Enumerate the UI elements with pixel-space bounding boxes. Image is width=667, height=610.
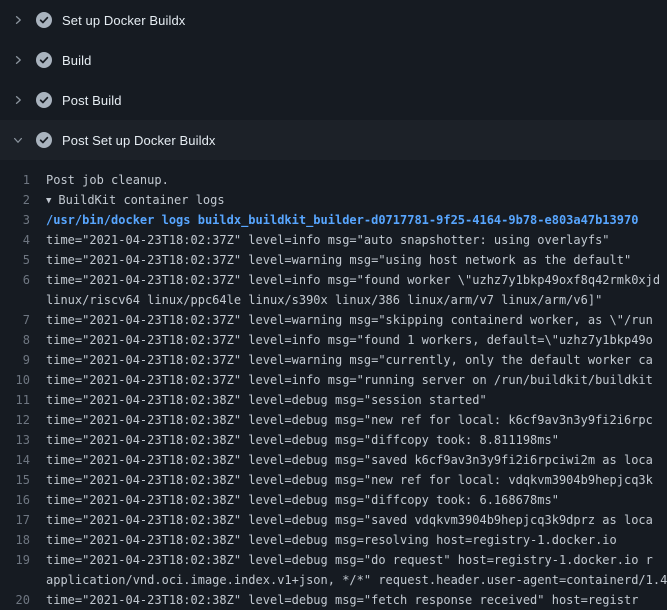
log-text: time="2021-04-23T18:02:38Z" level=debug … bbox=[46, 430, 667, 450]
line-number[interactable]: 6 bbox=[0, 270, 46, 290]
line-number[interactable]: 17 bbox=[0, 510, 46, 530]
status-check-circle-icon bbox=[36, 52, 52, 68]
log-line: 13time="2021-04-23T18:02:38Z" level=debu… bbox=[0, 430, 667, 450]
log-text: time="2021-04-23T18:02:38Z" level=debug … bbox=[46, 390, 667, 410]
status-check-circle-icon bbox=[36, 132, 52, 148]
section-header-post-set-up-docker-buildx[interactable]: Post Set up Docker Buildx bbox=[0, 120, 667, 160]
log-line: 4time="2021-04-23T18:02:37Z" level=info … bbox=[0, 230, 667, 250]
line-number[interactable]: 11 bbox=[0, 390, 46, 410]
line-number[interactable]: 10 bbox=[0, 370, 46, 390]
step-title: Build bbox=[62, 53, 91, 68]
log-line: 6time="2021-04-23T18:02:37Z" level=info … bbox=[0, 270, 667, 290]
log-line: 11time="2021-04-23T18:02:38Z" level=debu… bbox=[0, 390, 667, 410]
log-text: time="2021-04-23T18:02:38Z" level=debug … bbox=[46, 590, 667, 610]
line-number[interactable]: 8 bbox=[0, 330, 46, 350]
section-header-post-build[interactable]: Post Build bbox=[0, 80, 667, 120]
log-text: time="2021-04-23T18:02:37Z" level=info m… bbox=[46, 270, 667, 290]
log-viewer: 1Post job cleanup.2▼ BuildKit container l… bbox=[0, 160, 667, 610]
line-number bbox=[0, 570, 46, 590]
log-line: 10time="2021-04-23T18:02:37Z" level=info… bbox=[0, 370, 667, 390]
log-line-continuation: linux/riscv64 linux/ppc64le linux/s390x … bbox=[0, 290, 667, 310]
log-line: 17time="2021-04-23T18:02:38Z" level=debu… bbox=[0, 510, 667, 530]
chevron-right-icon bbox=[12, 54, 24, 66]
status-check-circle-icon bbox=[36, 92, 52, 108]
log-text: time="2021-04-23T18:02:37Z" level=warnin… bbox=[46, 350, 667, 370]
line-number[interactable]: 16 bbox=[0, 490, 46, 510]
line-number bbox=[0, 290, 46, 310]
chevron-down-icon bbox=[12, 134, 24, 146]
log-line: 2▼ BuildKit container logs bbox=[0, 190, 667, 210]
line-number[interactable]: 7 bbox=[0, 310, 46, 330]
log-line: 20time="2021-04-23T18:02:38Z" level=debu… bbox=[0, 590, 667, 610]
log-text: time="2021-04-23T18:02:37Z" level=info m… bbox=[46, 230, 667, 250]
line-number[interactable]: 13 bbox=[0, 430, 46, 450]
log-line: 12time="2021-04-23T18:02:38Z" level=debu… bbox=[0, 410, 667, 430]
log-group-title-text: BuildKit container logs bbox=[58, 193, 224, 207]
log-text: time="2021-04-23T18:02:37Z" level=warnin… bbox=[46, 310, 667, 330]
line-number[interactable]: 1 bbox=[0, 170, 46, 190]
log-line: 1Post job cleanup. bbox=[0, 170, 667, 190]
log-command-text: /usr/bin/docker logs buildx_buildkit_bui… bbox=[46, 210, 667, 230]
log-line: 14time="2021-04-23T18:02:38Z" level=debu… bbox=[0, 450, 667, 470]
line-number[interactable]: 4 bbox=[0, 230, 46, 250]
chevron-right-icon bbox=[12, 94, 24, 106]
log-text: Post job cleanup. bbox=[46, 170, 667, 190]
log-line: 8time="2021-04-23T18:02:37Z" level=info … bbox=[0, 330, 667, 350]
line-number[interactable]: 18 bbox=[0, 530, 46, 550]
section-header-build[interactable]: Build bbox=[0, 40, 667, 80]
log-text: application/vnd.oci.image.index.v1+json,… bbox=[46, 570, 667, 590]
line-number[interactable]: 3 bbox=[0, 210, 46, 230]
log-text: time="2021-04-23T18:02:38Z" level=debug … bbox=[46, 410, 667, 430]
line-number[interactable]: 20 bbox=[0, 590, 46, 610]
log-line: 19time="2021-04-23T18:02:38Z" level=debu… bbox=[0, 550, 667, 570]
step-title: Post Build bbox=[62, 93, 122, 108]
log-text: time="2021-04-23T18:02:38Z" level=debug … bbox=[46, 490, 667, 510]
status-check-circle-icon bbox=[36, 12, 52, 28]
log-text: time="2021-04-23T18:02:38Z" level=debug … bbox=[46, 470, 667, 490]
section-header-set-up-docker-buildx[interactable]: Set up Docker Buildx bbox=[0, 0, 667, 40]
log-line: 16time="2021-04-23T18:02:38Z" level=debu… bbox=[0, 490, 667, 510]
log-group-title[interactable]: ▼ BuildKit container logs bbox=[46, 190, 667, 210]
step-title: Set up Docker Buildx bbox=[62, 13, 185, 28]
line-number[interactable]: 19 bbox=[0, 550, 46, 570]
log-line: 7time="2021-04-23T18:02:37Z" level=warni… bbox=[0, 310, 667, 330]
log-line: 5time="2021-04-23T18:02:37Z" level=warni… bbox=[0, 250, 667, 270]
line-number[interactable]: 2 bbox=[0, 190, 46, 210]
log-group-caret-icon[interactable]: ▼ bbox=[46, 191, 51, 210]
log-text: time="2021-04-23T18:02:38Z" level=debug … bbox=[46, 550, 667, 570]
line-number[interactable]: 15 bbox=[0, 470, 46, 490]
log-line-continuation: application/vnd.oci.image.index.v1+json,… bbox=[0, 570, 667, 590]
log-text: time="2021-04-23T18:02:38Z" level=debug … bbox=[46, 530, 667, 550]
log-text: time="2021-04-23T18:02:37Z" level=info m… bbox=[46, 370, 667, 390]
workflow-steps-list: Set up Docker Buildx Build Post Build Post … bbox=[0, 0, 667, 160]
line-number[interactable]: 12 bbox=[0, 410, 46, 430]
log-line: 18time="2021-04-23T18:02:38Z" level=debu… bbox=[0, 530, 667, 550]
log-line: 3/usr/bin/docker logs buildx_buildkit_bu… bbox=[0, 210, 667, 230]
log-text: time="2021-04-23T18:02:38Z" level=debug … bbox=[46, 510, 667, 530]
log-line: 9time="2021-04-23T18:02:37Z" level=warni… bbox=[0, 350, 667, 370]
log-text: time="2021-04-23T18:02:37Z" level=info m… bbox=[46, 330, 667, 350]
log-text: linux/riscv64 linux/ppc64le linux/s390x … bbox=[46, 290, 667, 310]
line-number[interactable]: 9 bbox=[0, 350, 46, 370]
line-number[interactable]: 5 bbox=[0, 250, 46, 270]
log-text: time="2021-04-23T18:02:37Z" level=warnin… bbox=[46, 250, 667, 270]
line-number[interactable]: 14 bbox=[0, 450, 46, 470]
step-title: Post Set up Docker Buildx bbox=[62, 133, 216, 148]
chevron-right-icon bbox=[12, 14, 24, 26]
log-line: 15time="2021-04-23T18:02:38Z" level=debu… bbox=[0, 470, 667, 490]
log-text: time="2021-04-23T18:02:38Z" level=debug … bbox=[46, 450, 667, 470]
